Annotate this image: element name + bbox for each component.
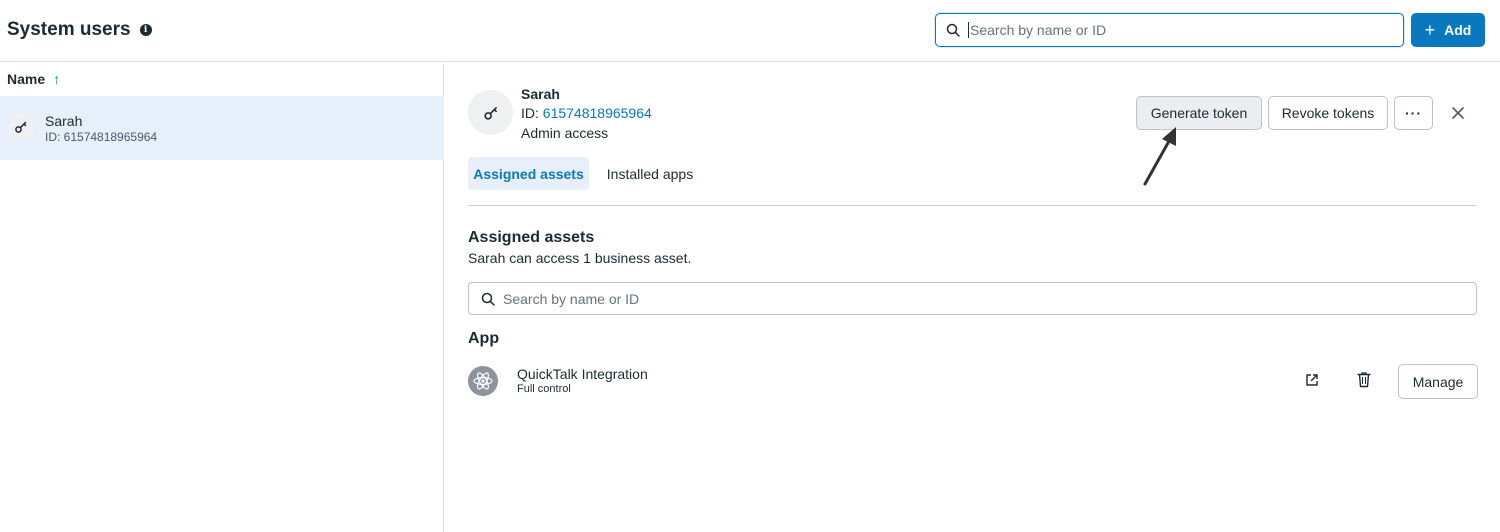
detail-role: Admin access [521,125,609,141]
tab-installed-apps[interactable]: Installed apps [596,157,704,190]
app-name: QuickTalk Integration [517,366,648,382]
key-icon [15,121,27,133]
avatar [7,113,35,141]
app-group-title: App [468,330,500,347]
asset-search-input[interactable] [503,290,1403,307]
name-column-header[interactable]: Name ↑ [7,71,60,87]
asset-search-box[interactable] [468,282,1477,315]
search-icon [481,292,495,306]
revoke-tokens-button[interactable]: Revoke tokens [1268,96,1388,130]
manage-button[interactable]: Manage [1398,364,1478,399]
app-atom-icon [468,366,498,396]
detail-user-name: Sarah [521,86,560,102]
search-icon [946,23,960,37]
detail-user-id: ID: 61574818965964 [521,105,652,121]
assets-section-subtitle: Sarah can access 1 business asset. [468,250,692,266]
detail-avatar [468,90,513,135]
page-title: System users i [7,19,152,41]
user-list-item[interactable]: Sarah ID: 61574818965964 [0,96,444,160]
generate-token-button[interactable]: Generate token [1136,96,1262,130]
more-options-button[interactable]: ··· [1394,96,1433,130]
user-name: Sarah [45,113,83,129]
add-button-label: Add [1444,22,1472,38]
detail-id-prefix: ID: [521,105,543,121]
detail-id-link[interactable]: 61574818965964 [543,105,652,121]
info-icon[interactable]: i [139,24,152,36]
user-search-box[interactable] [935,13,1404,47]
user-list-panel: Name ↑ Sarah ID: 61574818965964 [0,63,444,532]
add-button[interactable]: + Add [1411,13,1485,47]
open-external-icon[interactable] [1305,373,1319,387]
annotation-arrow [1143,127,1176,186]
key-icon [483,106,497,120]
app-permission: Full control [517,383,571,395]
close-icon[interactable] [1449,104,1467,122]
user-search-input[interactable] [968,22,1388,38]
plus-icon: + [1424,20,1436,40]
tabs-divider [468,205,1477,206]
trash-icon[interactable] [1356,371,1372,388]
tab-assigned-assets[interactable]: Assigned assets [468,157,589,190]
name-column-label: Name [7,71,46,87]
user-id: ID: 61574818965964 [45,130,158,144]
page-title-text: System users [7,19,131,40]
assets-section-title: Assigned assets [468,229,595,246]
sort-up-arrow-icon: ↑ [53,71,61,87]
page-header: System users i + Add [0,0,1500,62]
